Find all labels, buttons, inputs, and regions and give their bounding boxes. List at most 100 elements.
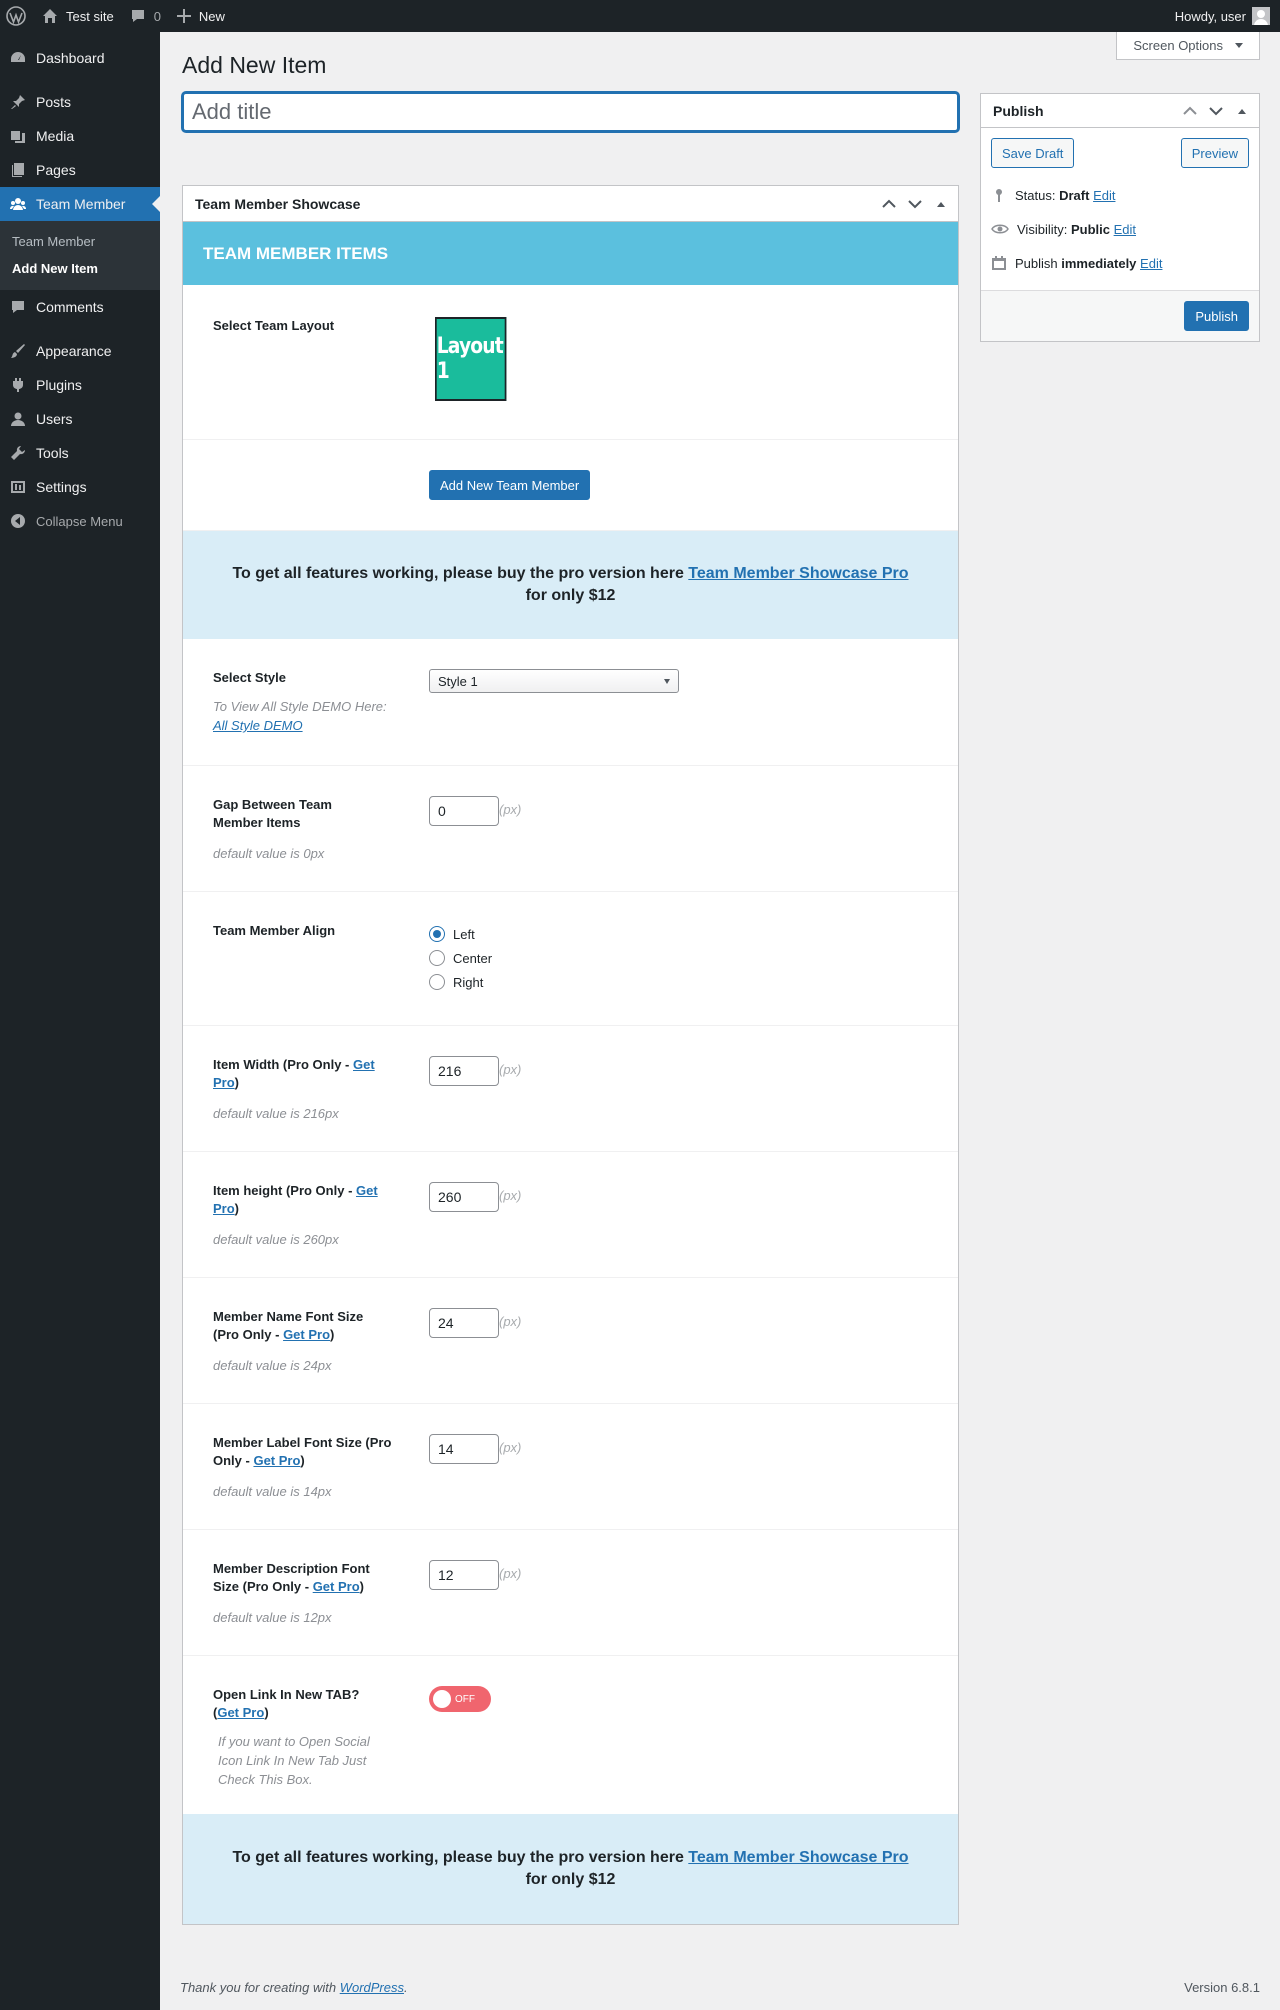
publish-metabox: Publish Save Draft Preview Status: Draft… bbox=[980, 93, 1260, 342]
description-font-unit: (px) bbox=[499, 1566, 522, 1581]
item-width-hint: default value is 216px bbox=[213, 1106, 339, 1121]
style-select[interactable]: Style 1 bbox=[429, 669, 679, 693]
my-account[interactable]: Howdy, user bbox=[1167, 0, 1280, 32]
preview-button[interactable]: Preview bbox=[1180, 138, 1249, 168]
get-pro-link[interactable]: Get Pro bbox=[283, 1327, 330, 1342]
align-center-radio[interactable] bbox=[429, 950, 445, 966]
sidebar-item-settings[interactable]: Settings bbox=[0, 470, 160, 504]
move-up-icon[interactable] bbox=[1179, 100, 1201, 122]
label-close: ) bbox=[264, 1705, 269, 1720]
plugins-icon bbox=[10, 377, 26, 393]
save-draft-button[interactable]: Save Draft bbox=[991, 138, 1075, 168]
calendar-icon bbox=[992, 256, 1006, 270]
publish-title: Publish bbox=[993, 102, 1044, 119]
style-row: Select Style To View All Style DEMO Here… bbox=[183, 639, 958, 766]
status-value: Draft bbox=[1059, 187, 1090, 203]
submenu-item-team-member[interactable]: Team Member bbox=[0, 228, 160, 255]
sidebar-item-plugins[interactable]: Plugins bbox=[0, 368, 160, 402]
sidebar-item-posts[interactable]: Posts bbox=[0, 85, 160, 119]
eye-icon bbox=[991, 224, 1009, 234]
sidebar-item-media[interactable]: Media bbox=[0, 119, 160, 153]
comments-link[interactable]: 0 bbox=[122, 0, 169, 32]
wordpress-link[interactable]: WordPress bbox=[340, 1980, 404, 1995]
schedule-label: Publish bbox=[1015, 255, 1058, 271]
toggle-panel-icon[interactable] bbox=[930, 193, 952, 215]
status-line: Status: Draft Edit bbox=[991, 178, 1249, 212]
new-tab-row: Open Link In New TAB? (Get Pro) If you w… bbox=[183, 1656, 958, 1814]
edit-visibility-link[interactable]: Edit bbox=[1114, 222, 1136, 237]
get-pro-link[interactable]: Get Pro bbox=[217, 1705, 264, 1720]
promo-banner-bottom: To get all features working, please buy … bbox=[183, 1814, 958, 1924]
style-select-value: Style 1 bbox=[438, 673, 478, 689]
sidebar-item-tools[interactable]: Tools bbox=[0, 436, 160, 470]
site-name-link[interactable]: Test site bbox=[34, 0, 122, 32]
post-title-input[interactable] bbox=[182, 92, 959, 132]
edit-status-link[interactable]: Edit bbox=[1093, 188, 1115, 203]
sidebar-item-appearance[interactable]: Appearance bbox=[0, 334, 160, 368]
sidebar-item-team-member[interactable]: Team Member bbox=[0, 187, 160, 221]
pro-link[interactable]: Team Member Showcase Pro bbox=[688, 1849, 908, 1866]
align-left-option[interactable]: Left bbox=[429, 922, 928, 946]
new-content-link[interactable]: New bbox=[169, 0, 233, 32]
align-left-radio[interactable] bbox=[429, 926, 445, 942]
pro-link[interactable]: Team Member Showcase Pro bbox=[688, 565, 908, 582]
submenu-item-add-new-item[interactable]: Add New Item bbox=[0, 255, 160, 282]
description-font-hint: default value is 12px bbox=[213, 1610, 332, 1625]
gap-input[interactable]: 0 bbox=[429, 796, 499, 826]
item-width-input[interactable]: 216 bbox=[429, 1056, 499, 1086]
sidebar-item-users[interactable]: Users bbox=[0, 402, 160, 436]
move-down-icon[interactable] bbox=[904, 193, 926, 215]
label-font-input[interactable]: 14 bbox=[429, 1434, 499, 1464]
schedule-line: Publish immediately Edit bbox=[991, 246, 1249, 280]
media-icon bbox=[10, 128, 26, 144]
promo-text: To get all features working, please buy … bbox=[232, 565, 684, 582]
collapse-menu-button[interactable]: Collapse Menu bbox=[0, 504, 160, 538]
label-close: ) bbox=[330, 1327, 335, 1342]
item-height-input[interactable]: 260 bbox=[429, 1182, 499, 1212]
toggle-panel-icon[interactable] bbox=[1231, 100, 1253, 122]
item-height-unit: (px) bbox=[499, 1188, 522, 1203]
pin-icon bbox=[996, 189, 1002, 202]
align-center-option[interactable]: Center bbox=[429, 946, 928, 970]
sidebar-item-label: Media bbox=[36, 128, 75, 144]
item-height-label: Item height (Pro Only - Get Pro) bbox=[213, 1182, 383, 1218]
publish-button[interactable]: Publish bbox=[1184, 301, 1249, 331]
label-close: ) bbox=[359, 1579, 364, 1594]
toggle-label: OFF bbox=[455, 1693, 475, 1705]
name-font-input[interactable]: 24 bbox=[429, 1308, 499, 1338]
footer-period: . bbox=[404, 1980, 408, 1995]
page-title: Add New Item bbox=[182, 52, 327, 78]
sidebar-item-comments[interactable]: Comments bbox=[0, 290, 160, 324]
layout-1-thumbnail[interactable]: Layout 1 bbox=[435, 317, 507, 401]
add-new-team-member-button[interactable]: Add New Team Member bbox=[429, 470, 591, 500]
version-text: Version 6.8.1 bbox=[1184, 1980, 1260, 1995]
move-up-icon[interactable] bbox=[878, 193, 900, 215]
sidebar-item-label: Team Member bbox=[36, 196, 126, 212]
sidebar-item-label: Pages bbox=[36, 162, 76, 178]
label-font-label: Member Label Font Size (Pro Only - Get P… bbox=[213, 1434, 393, 1470]
sidebar-item-dashboard[interactable]: Dashboard bbox=[0, 41, 160, 75]
pin-icon bbox=[10, 94, 26, 110]
schedule-value: immediately bbox=[1061, 255, 1137, 271]
get-pro-link[interactable]: Get Pro bbox=[253, 1453, 300, 1468]
edit-schedule-link[interactable]: Edit bbox=[1140, 256, 1162, 271]
name-font-label: Member Name Font Size (Pro Only - Get Pr… bbox=[213, 1308, 383, 1344]
sidebar-item-label: Settings bbox=[36, 479, 87, 495]
style-label: Select Style bbox=[213, 670, 286, 685]
description-font-input[interactable]: 12 bbox=[429, 1560, 499, 1590]
label-close: ) bbox=[300, 1453, 305, 1468]
new-tab-toggle[interactable]: OFF bbox=[429, 1686, 491, 1712]
new-tab-label: Open Link In New TAB? (Get Pro) bbox=[213, 1686, 383, 1722]
sidebar-item-pages[interactable]: Pages bbox=[0, 153, 160, 187]
wordpress-logo-icon[interactable] bbox=[0, 0, 34, 32]
footer-thankyou: Thank you for creating with WordPress. bbox=[180, 1980, 408, 1995]
align-right-option[interactable]: Right bbox=[429, 970, 928, 994]
screen-options-button[interactable]: Screen Options bbox=[1116, 32, 1260, 60]
style-demo-link[interactable]: All Style DEMO bbox=[213, 718, 303, 733]
move-down-icon[interactable] bbox=[1205, 100, 1227, 122]
align-right-radio[interactable] bbox=[429, 974, 445, 990]
description-font-label: Member Description Font Size (Pro Only -… bbox=[213, 1560, 383, 1596]
get-pro-link[interactable]: Get Pro bbox=[313, 1579, 360, 1594]
section-header: TEAM MEMBER ITEMS bbox=[183, 222, 958, 285]
team-member-showcase-metabox: Team Member Showcase TEAM MEMBER ITEMS S… bbox=[182, 185, 959, 1925]
